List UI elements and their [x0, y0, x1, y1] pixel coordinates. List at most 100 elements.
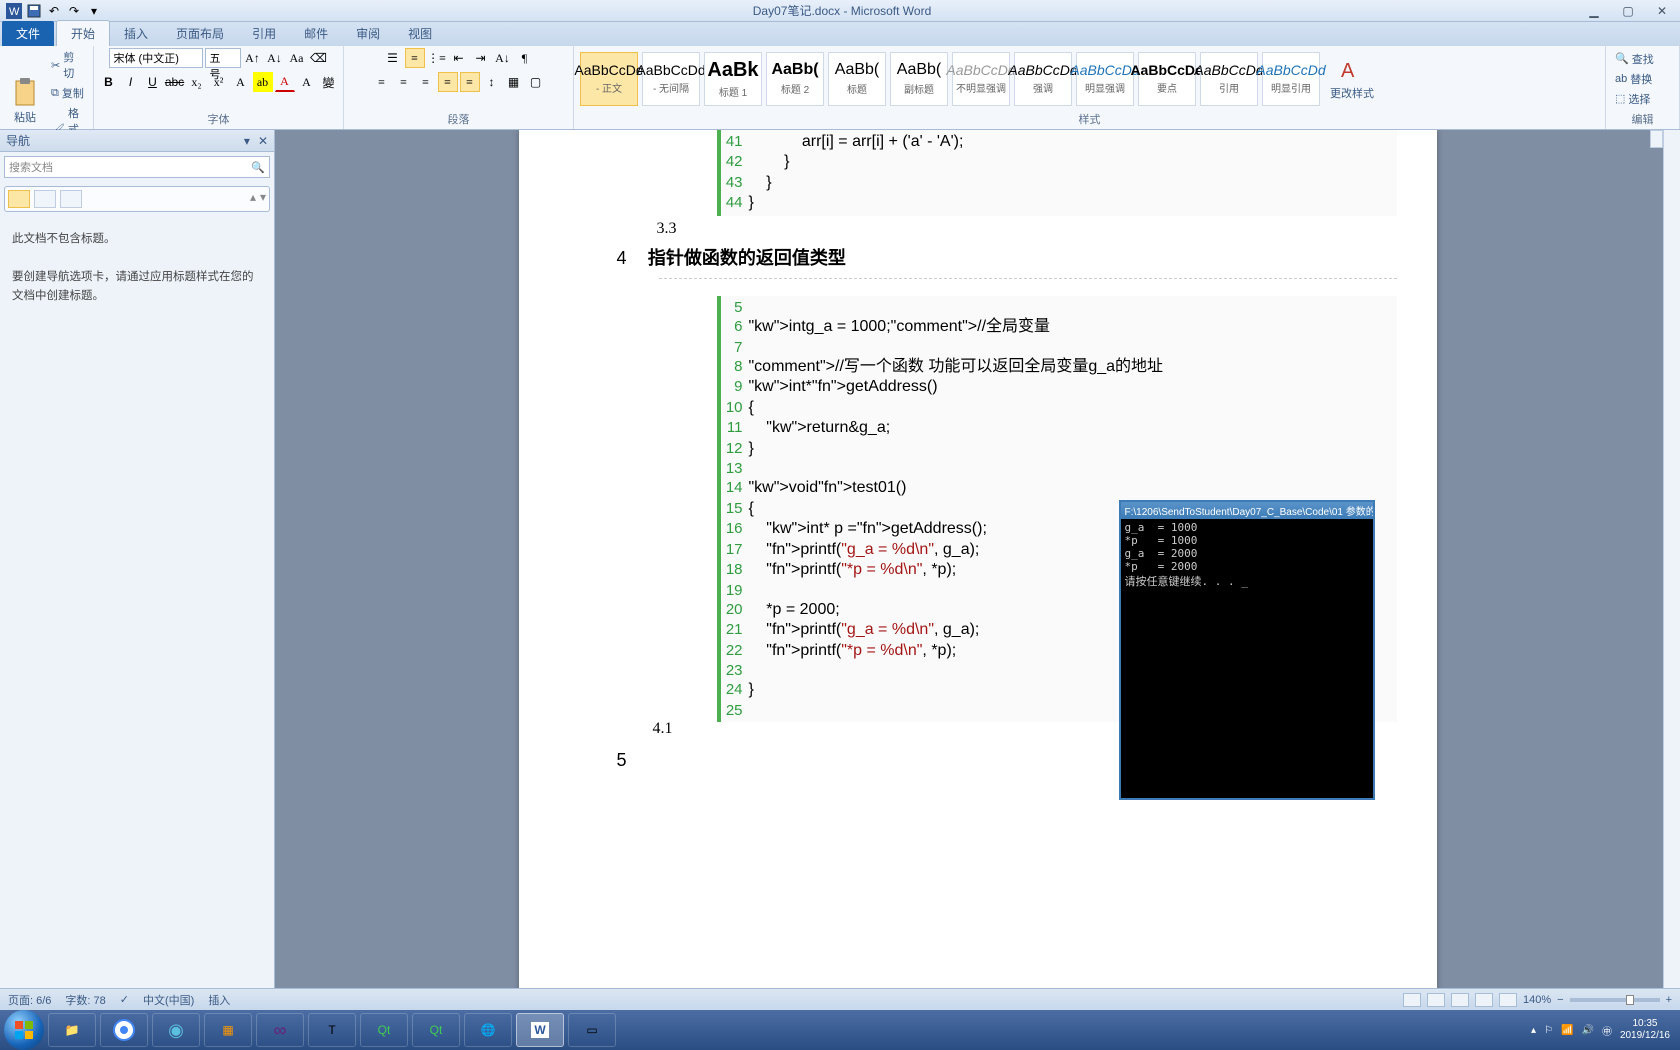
- task-explorer[interactable]: 📁: [48, 1013, 96, 1047]
- undo-icon[interactable]: ↶: [46, 3, 62, 19]
- spellcheck-icon[interactable]: ✓: [120, 993, 129, 1006]
- nav-tab-headings[interactable]: [8, 190, 30, 208]
- style-intense-emphasis[interactable]: AaBbCcDd明显强调: [1076, 52, 1134, 106]
- select-button[interactable]: ⬚选择: [1612, 90, 1657, 108]
- text-effect-button[interactable]: A: [231, 72, 251, 92]
- find-button[interactable]: 🔍查找: [1612, 50, 1657, 68]
- status-mode[interactable]: 插入: [208, 992, 230, 1008]
- tab-file[interactable]: 文件: [2, 21, 54, 46]
- view-print-layout[interactable]: [1403, 993, 1421, 1007]
- tab-mailings[interactable]: 邮件: [290, 21, 342, 46]
- view-outline[interactable]: [1475, 993, 1493, 1007]
- view-draft[interactable]: [1499, 993, 1517, 1007]
- bullets-button[interactable]: ☰: [383, 48, 403, 68]
- sort-button[interactable]: A↓: [493, 48, 513, 68]
- close-button[interactable]: ✕: [1650, 4, 1674, 18]
- cut-button[interactable]: ✂剪切: [48, 48, 87, 82]
- tab-home[interactable]: 开始: [56, 20, 110, 46]
- char-border-button[interactable]: A: [297, 72, 317, 92]
- tray-clock[interactable]: 10:35 2019/12/16: [1620, 1018, 1670, 1042]
- task-app1[interactable]: ◉: [152, 1013, 200, 1047]
- font-name-combo[interactable]: 宋体 (中文正): [109, 48, 203, 68]
- minimize-button[interactable]: ▁: [1582, 4, 1606, 18]
- qat-dropdown-icon[interactable]: ▾: [86, 3, 102, 19]
- task-qt1[interactable]: Qt: [360, 1013, 408, 1047]
- style-heading1[interactable]: AaBk标题 1: [704, 52, 762, 106]
- phonetic-button[interactable]: 變: [319, 72, 339, 92]
- maximize-button[interactable]: ▢: [1616, 4, 1640, 18]
- nav-next-icon[interactable]: ▾: [260, 190, 266, 208]
- show-marks-button[interactable]: ¶: [515, 48, 535, 68]
- task-text[interactable]: T: [308, 1013, 356, 1047]
- shading-button[interactable]: ▦: [504, 72, 524, 92]
- task-vs[interactable]: ∞: [256, 1013, 304, 1047]
- task-qt2[interactable]: Qt: [412, 1013, 460, 1047]
- tray-ime-icon[interactable]: ㊥: [1602, 1023, 1612, 1038]
- style-heading2[interactable]: AaBb(标题 2: [766, 52, 824, 106]
- distributed-button[interactable]: ≡: [460, 72, 480, 92]
- line-spacing-button[interactable]: ↕: [482, 72, 502, 92]
- start-button[interactable]: [4, 1010, 44, 1050]
- subscript-button[interactable]: x₂: [187, 72, 207, 92]
- multilevel-button[interactable]: ⋮≡: [427, 48, 447, 68]
- numbering-button[interactable]: ≡: [405, 48, 425, 68]
- zoom-out-button[interactable]: −: [1557, 994, 1563, 1006]
- align-left-button[interactable]: ≡: [372, 72, 392, 92]
- tab-layout[interactable]: 页面布局: [162, 21, 238, 46]
- style-strong[interactable]: AaBbCcDd要点: [1138, 52, 1196, 106]
- style-no-spacing[interactable]: AaBbCcDd- 无间隔: [642, 52, 700, 106]
- tab-view[interactable]: 视图: [394, 21, 446, 46]
- style-title[interactable]: AaBb(标题: [828, 52, 886, 106]
- paste-button[interactable]: 粘贴: [6, 75, 44, 127]
- style-subtle-emphasis[interactable]: AaBbCcDd不明显强调: [952, 52, 1010, 106]
- tray-volume-icon[interactable]: 🔊: [1581, 1025, 1593, 1036]
- task-app3[interactable]: ▭: [568, 1013, 616, 1047]
- redo-icon[interactable]: ↷: [66, 3, 82, 19]
- highlight-button[interactable]: ab: [253, 72, 273, 92]
- nav-tab-results[interactable]: [60, 190, 82, 208]
- underline-button[interactable]: U: [143, 72, 163, 92]
- replace-button[interactable]: ab替换: [1612, 70, 1657, 88]
- zoom-slider[interactable]: [1570, 998, 1660, 1002]
- align-right-button[interactable]: ≡: [416, 72, 436, 92]
- font-color-button[interactable]: A: [275, 72, 295, 92]
- bold-button[interactable]: B: [99, 72, 119, 92]
- style-subtitle[interactable]: AaBb(副标题: [890, 52, 948, 106]
- zoom-level[interactable]: 140%: [1523, 994, 1551, 1006]
- style-gallery[interactable]: AaBbCcDd- 正文 AaBbCcDd- 无间隔 AaBk标题 1 AaBb…: [580, 52, 1320, 106]
- style-intense-quote[interactable]: AaBbCcDd明显引用: [1262, 52, 1320, 106]
- task-sublime[interactable]: ▦: [204, 1013, 252, 1047]
- copy-button[interactable]: ⧉复制: [48, 84, 87, 102]
- tab-insert[interactable]: 插入: [110, 21, 162, 46]
- nav-close-button[interactable]: ✕: [258, 134, 268, 148]
- align-justify-button[interactable]: ≡: [438, 72, 458, 92]
- style-emphasis[interactable]: AaBbCcDd强调: [1014, 52, 1072, 106]
- nav-tab-pages[interactable]: [34, 190, 56, 208]
- tray-flag-icon[interactable]: ⚐: [1544, 1025, 1553, 1036]
- status-words[interactable]: 字数: 78: [65, 992, 105, 1008]
- view-web-layout[interactable]: [1451, 993, 1469, 1007]
- style-quote[interactable]: AaBbCcDd引用: [1200, 52, 1258, 106]
- style-normal[interactable]: AaBbCcDd- 正文: [580, 52, 638, 106]
- ruler-toggle[interactable]: [1650, 130, 1663, 148]
- clear-format-button[interactable]: ⌫: [309, 48, 329, 68]
- task-word[interactable]: W: [516, 1013, 564, 1047]
- vertical-scrollbar[interactable]: [1663, 130, 1680, 988]
- task-app2[interactable]: 🌐: [464, 1013, 512, 1047]
- change-styles-button[interactable]: A 更改样式: [1324, 55, 1380, 103]
- zoom-in-button[interactable]: +: [1666, 994, 1672, 1006]
- tab-review[interactable]: 审阅: [342, 21, 394, 46]
- status-page[interactable]: 页面: 6/6: [8, 992, 51, 1008]
- status-language[interactable]: 中文(中国): [143, 992, 194, 1008]
- change-case-button[interactable]: Aa: [287, 48, 307, 68]
- italic-button[interactable]: I: [121, 72, 141, 92]
- view-full-screen[interactable]: [1427, 993, 1445, 1007]
- nav-dropdown-icon[interactable]: ▾: [244, 134, 250, 148]
- tray-up-icon[interactable]: ▴: [1531, 1025, 1536, 1036]
- borders-button[interactable]: ▢: [526, 72, 546, 92]
- nav-search-input[interactable]: 搜索文档 🔍: [4, 156, 270, 178]
- indent-dec-button[interactable]: ⇤: [449, 48, 469, 68]
- grow-font-button[interactable]: A↑: [243, 48, 263, 68]
- indent-inc-button[interactable]: ⇥: [471, 48, 491, 68]
- align-center-button[interactable]: ≡: [394, 72, 414, 92]
